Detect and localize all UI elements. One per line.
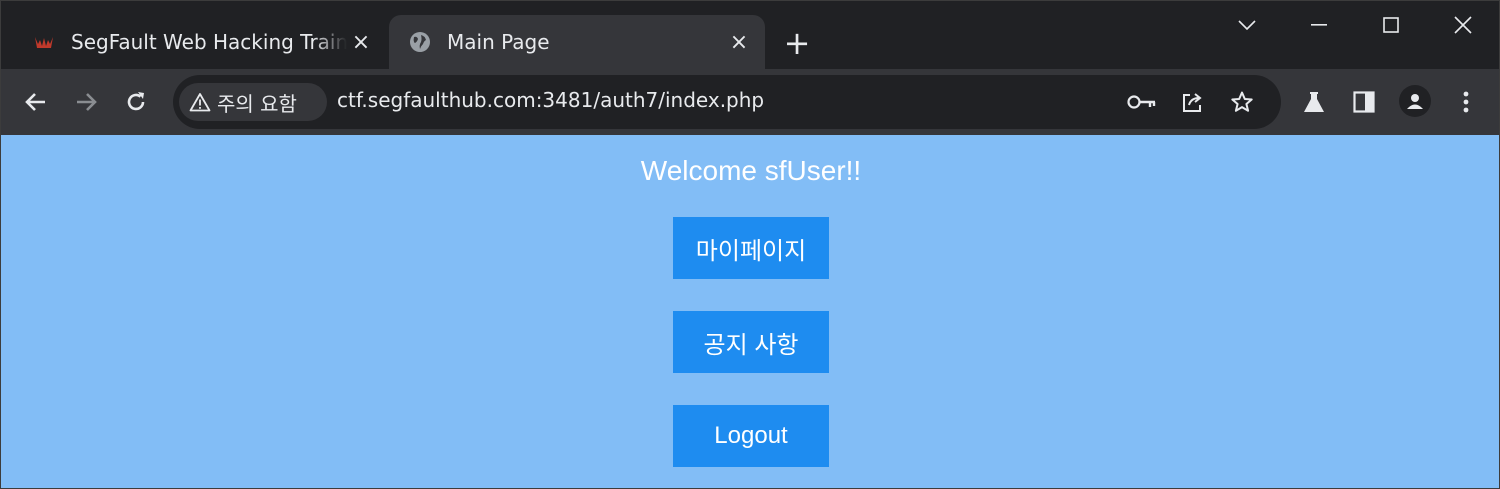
tab-search-chevron-down-icon[interactable] [1213,1,1281,49]
welcome-heading: Welcome sfUser!! [640,155,862,186]
mypage-button[interactable]: 마이페이지 [673,217,829,279]
tab-close-icon[interactable]: × [347,28,375,56]
warning-triangle-icon [189,92,211,112]
back-icon[interactable] [15,81,57,123]
kebab-menu-icon[interactable] [1445,81,1487,123]
tab-title: Main Page [447,30,550,54]
browser-window: SegFault Web Hacking Training × Main Pag… [0,0,1500,489]
side-panel-icon[interactable] [1343,81,1385,123]
globe-icon [409,31,431,53]
profile-icon[interactable] [1399,85,1431,117]
key-icon[interactable] [1127,87,1157,117]
segfault-favicon-icon [33,31,55,53]
forward-icon[interactable] [65,81,107,123]
minimize-icon[interactable] [1285,1,1353,49]
tab-close-icon[interactable]: × [725,28,753,56]
security-label: 주의 요함 [217,91,297,116]
tab-strip: SegFault Web Hacking Training × Main Pag… [1,1,1499,69]
address-bar[interactable]: 주의 요함 ctf.segfaulthub.com:3481/auth7/ind… [173,75,1281,129]
page-viewport: Welcome sfUser!! 마이페이지 공지 사항 Logout [1,135,1499,488]
url-text[interactable]: ctf.segfaulthub.com:3481/auth7/index.php [337,88,764,112]
maximize-icon[interactable] [1357,1,1425,49]
tab-title: SegFault Web Hacking Training [71,30,347,54]
close-window-icon[interactable] [1429,1,1497,49]
browser-toolbar: 주의 요함 ctf.segfaulthub.com:3481/auth7/ind… [1,69,1499,135]
bookmark-star-icon[interactable] [1227,87,1257,117]
tab-main-page[interactable]: Main Page × [389,15,765,69]
logout-button[interactable]: Logout [673,405,829,467]
tab-segfault[interactable]: SegFault Web Hacking Training × [19,15,387,69]
reload-icon[interactable] [115,81,157,123]
flask-icon[interactable] [1293,81,1335,123]
security-status-chip[interactable]: 주의 요함 [179,83,327,121]
new-tab-button[interactable]: + [777,23,817,63]
notice-button[interactable]: 공지 사항 [673,311,829,373]
share-icon[interactable] [1177,87,1207,117]
